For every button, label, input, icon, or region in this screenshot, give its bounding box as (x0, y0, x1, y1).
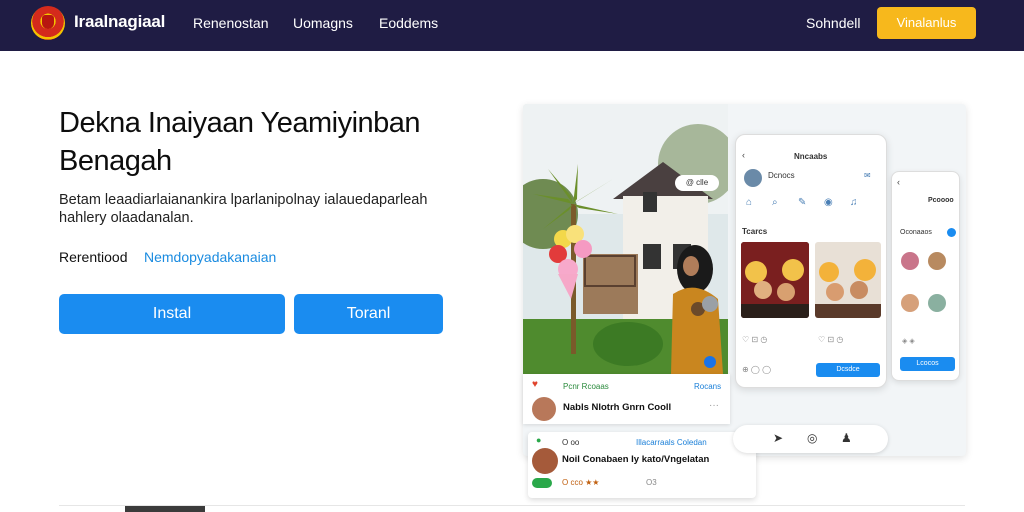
message-icon[interactable]: ✉ (864, 171, 871, 180)
toggle-icon[interactable] (947, 228, 956, 237)
phone1-title: Nncaabs (794, 152, 828, 161)
card2-label-right[interactable]: Illacarraals Coledan (636, 438, 707, 447)
back-icon[interactable]: ‹ (897, 177, 900, 187)
next-section-preview (125, 506, 205, 512)
phone2-title: Pcoooo (928, 197, 954, 204)
avatar (532, 448, 558, 474)
camera-icon[interactable]: ◉ (824, 197, 833, 208)
avatar (901, 294, 919, 312)
status-badge (532, 478, 552, 488)
like-icon[interactable]: ♡ ⊡ ◷ (742, 335, 767, 344)
avatar (928, 252, 946, 270)
bottom-nav-icon[interactable]: ⊕ ◯ ◯ (742, 365, 771, 374)
avatar (744, 169, 762, 187)
brand-name[interactable]: Iraalnagiaal (74, 12, 165, 32)
secondary-button[interactable]: Toranl (294, 294, 443, 334)
back-icon[interactable]: ‹ (742, 150, 745, 160)
phone2-section: Oconaaos (900, 229, 932, 236)
card1-label-left: Pcnr Rcoaas (563, 382, 609, 391)
card2-label-left: O oo (562, 438, 580, 447)
phone1-action-button[interactable]: Dcsdce (816, 363, 880, 377)
nav-link-3[interactable]: Eoddems (379, 15, 438, 31)
gallery-image-1[interactable] (741, 242, 809, 318)
nav-cta-button[interactable]: Vinalanlus (877, 7, 976, 39)
avatar (928, 294, 946, 312)
edit-icon[interactable]: ✎ (798, 197, 806, 208)
recommended-label: Rerentiood (59, 249, 128, 265)
share-icon[interactable]: ➤ (773, 431, 783, 445)
card2-meta-right: O3 (646, 478, 657, 487)
post-card-1[interactable]: ♥ Pcnr Rcoaas Rocans Nabls Nlotrh Gnrn C… (523, 374, 730, 424)
more-icon[interactable]: ··· (709, 400, 719, 411)
nav-link-2[interactable]: Uomagns (293, 15, 353, 31)
recommended-link[interactable]: Nemdopyadakanaian (144, 249, 276, 265)
card2-title: Noil Conabaen Iy kato/Vngelatan (562, 454, 710, 465)
heart-icon: ♥ (532, 379, 538, 390)
avatar (901, 252, 919, 270)
phone-mockup-secondary: ‹ Pcoooo Oconaaos ◈ ◈ Lcocos (891, 171, 960, 381)
card2-meta: O cco ★★ (562, 478, 600, 487)
gallery-image-2[interactable] (815, 242, 881, 318)
avatar (532, 397, 556, 421)
user-icon[interactable]: ♟ (841, 431, 852, 445)
hero-subtitle: Betam leaadiarlaianankira lparlanipolnay… (59, 192, 428, 226)
search-icon[interactable]: ⌕ (772, 197, 778, 208)
photo-overlay-pill[interactable]: @ clle (675, 175, 719, 191)
action-bar: ➤ ◎ ♟ (733, 425, 888, 453)
home-icon[interactable]: ⌂ (746, 197, 752, 208)
post-card-2[interactable]: ● O oo Illacarraals Coledan Noil Conabae… (528, 432, 756, 498)
nav-link-1[interactable]: Renenostan (193, 15, 269, 31)
bell-icon[interactable]: ♫ (850, 197, 858, 208)
settings-icon[interactable]: ◎ (807, 431, 817, 445)
phone1-user: Dcnocs (768, 171, 795, 180)
nav-icons[interactable]: ◈ ◈ (902, 337, 915, 345)
signin-link[interactable]: Sohndell (806, 15, 861, 31)
brand-logo-icon[interactable] (31, 6, 65, 40)
card1-label-right[interactable]: Rocans (694, 382, 721, 391)
phone-mockup-main: ‹ Nncaabs Dcnocs ✉ ⌂ ⌕ ✎ ◉ ♫ Tcarcs ♡ ⊡ … (735, 134, 887, 388)
phone2-action-button[interactable]: Lcocos (900, 357, 955, 371)
hero-headline: Dekna Inaiyaan Yeamiyinban Benagah (59, 107, 421, 177)
card1-name: Nabls Nlotrh Gnrn Cooll (563, 402, 672, 413)
phone1-section: Tcarcs (742, 227, 768, 236)
install-button[interactable]: Instal (59, 294, 285, 334)
hero-photo (523, 104, 728, 374)
chat-icon: ● (536, 435, 542, 445)
top-navbar: Iraalnagiaal Renenostan Uomagns Eoddems … (0, 0, 1024, 51)
comment-icon[interactable]: ♡ ⊡ ◷ (818, 335, 843, 344)
